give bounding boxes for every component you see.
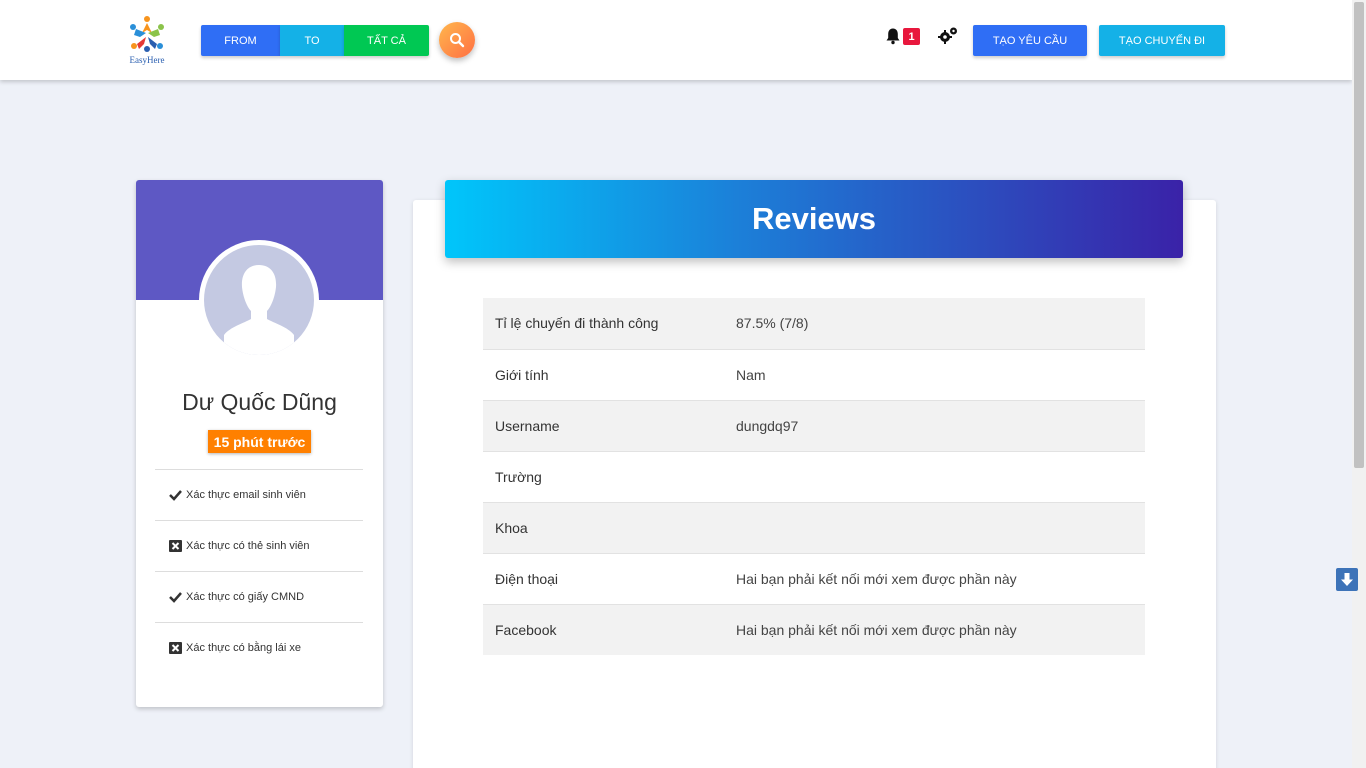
info-value (736, 450, 1145, 502)
profile-card: Dư Quốc Dũng 15 phút trước Xác thực emai… (136, 180, 383, 707)
logo-text: EasyHere (129, 55, 165, 65)
info-key: Tỉ lệ chuyến đi thành công (483, 298, 736, 349)
create-trip-button[interactable]: TẠO CHUYẾN ĐI (1099, 25, 1225, 56)
table-row: Username dungdq97 (483, 399, 1145, 451)
info-value: Nam (736, 348, 1145, 400)
scrollbar-thumb[interactable] (1354, 2, 1364, 468)
create-request-button[interactable]: TẠO YÊU CẦU (973, 25, 1087, 56)
info-value: 87.5% (7/8) (736, 298, 1145, 349)
table-row: Giới tính Nam (483, 348, 1145, 400)
table-row: Trường (483, 450, 1145, 502)
info-value: Hai bạn phải kết nối mới xem được phần n… (736, 603, 1145, 655)
info-key: Trường (483, 450, 736, 502)
bell-icon (886, 28, 900, 45)
last-active-badge: 15 phút trước (208, 430, 311, 453)
reviews-title: Reviews (445, 180, 1183, 258)
verification-item-id-card: Xác thực có giấy CMND (155, 571, 363, 622)
search-icon (450, 33, 465, 48)
check-icon (168, 488, 182, 502)
close-box-icon (168, 539, 182, 553)
page-scrollbar[interactable] (1352, 0, 1366, 768)
info-value (736, 501, 1145, 553)
verification-label: Xác thực có giấy CMND (186, 591, 305, 603)
verification-item-driver-license: Xác thực có bằng lái xe (155, 622, 363, 673)
top-navbar: EasyHere FROM TO TẤT CẢ 1 TẠO YÊU CẦU TẠ… (0, 0, 1352, 80)
logo-figures-icon (130, 16, 164, 52)
notification-count-badge: 1 (903, 28, 920, 45)
info-key: Giới tính (483, 348, 736, 400)
filter-from-button[interactable]: FROM (201, 25, 280, 56)
profile-name: Dư Quốc Dũng (182, 389, 337, 415)
info-value: dungdq97 (736, 399, 1145, 451)
info-key: Điện thoại (483, 552, 736, 604)
filter-all-button[interactable]: TẤT CẢ (344, 25, 429, 56)
scroll-down-button[interactable] (1336, 568, 1358, 591)
gears-icon (938, 27, 957, 44)
arrow-down-icon (1341, 573, 1353, 586)
table-row: Tỉ lệ chuyến đi thành công 87.5% (7/8) (483, 298, 1145, 349)
table-row: Khoa (483, 501, 1145, 553)
default-avatar-icon (204, 245, 314, 355)
verification-label: Xác thực có thẻ sinh viên (186, 540, 310, 552)
info-key: Facebook (483, 603, 736, 655)
table-row: Facebook Hai bạn phải kết nối mới xem đư… (483, 603, 1145, 655)
info-key: Khoa (483, 501, 736, 553)
info-value: Hai bạn phải kết nối mới xem được phần n… (736, 552, 1145, 604)
verification-label: Xác thực email sinh viên (186, 489, 306, 501)
close-box-icon (168, 641, 182, 655)
filter-to-button[interactable]: TO (280, 25, 344, 56)
avatar (199, 240, 319, 360)
easyhere-logo[interactable]: EasyHere (124, 13, 170, 67)
verification-item-email: Xác thực email sinh viên (155, 469, 363, 520)
check-icon (168, 590, 182, 604)
verification-item-student-card: Xác thực có thẻ sinh viên (155, 520, 363, 571)
profile-info-table: Tỉ lệ chuyến đi thành công 87.5% (7/8) G… (483, 298, 1145, 655)
verification-list: Xác thực email sinh viên Xác thực có thẻ… (155, 469, 363, 673)
settings-button[interactable] (937, 26, 959, 46)
search-button[interactable] (439, 22, 475, 58)
notification-bell-button[interactable] (884, 27, 902, 45)
table-row: Điện thoại Hai bạn phải kết nối mới xem … (483, 552, 1145, 604)
info-key: Username (483, 399, 736, 451)
verification-label: Xác thực có bằng lái xe (186, 642, 301, 654)
